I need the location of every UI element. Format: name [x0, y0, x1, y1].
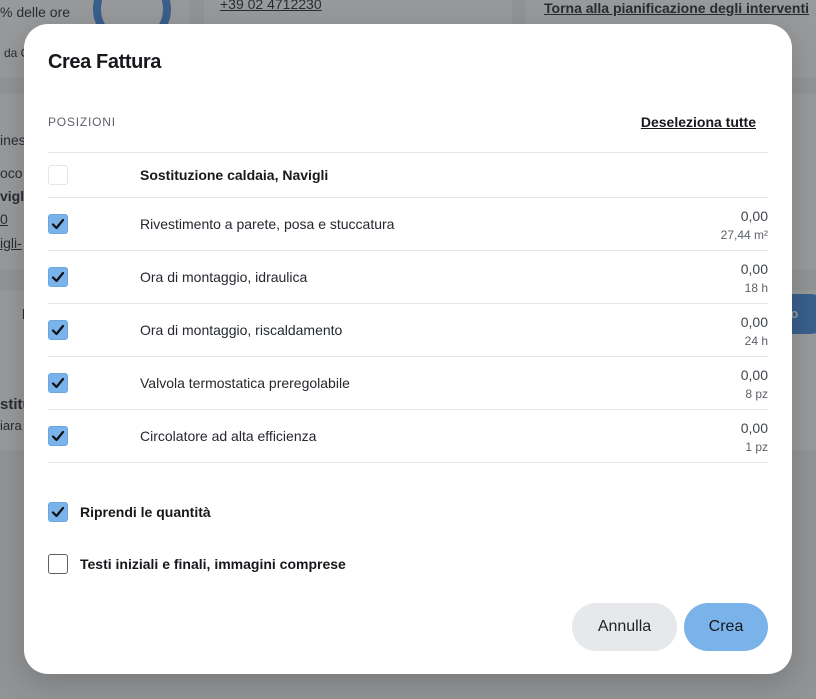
position-quantity: 18 h	[744, 281, 768, 295]
position-label: Ora di montaggio, riscaldamento	[140, 322, 343, 338]
position-quantity: 27,44 m²	[720, 228, 768, 242]
checkmark-icon	[51, 218, 65, 230]
position-amount: 0,00	[740, 314, 768, 330]
checkmark-icon	[51, 430, 65, 442]
group-label: Sostituzione caldaia, Navigli	[140, 167, 329, 183]
group-checkbox[interactable]	[48, 165, 68, 185]
positions-section-label: POSIZIONI	[48, 115, 116, 129]
create-invoice-dialog: Crea Fattura POSIZIONI Deseleziona tutte…	[24, 24, 792, 674]
position-label: Circolatore ad alta efficienza	[140, 428, 317, 444]
position-row: Valvola termostatica preregolabile 0,00 …	[48, 357, 768, 410]
position-checkbox[interactable]	[48, 267, 68, 287]
checkmark-icon	[51, 271, 65, 283]
take-quantities-checkbox[interactable]	[48, 502, 68, 522]
deselect-all-link[interactable]: Deseleziona tutte	[641, 114, 756, 130]
position-checkbox[interactable]	[48, 373, 68, 393]
position-row: Circolatore ad alta efficienza 0,00 1 pz	[48, 410, 768, 463]
position-amount: 0,00	[740, 208, 768, 224]
create-button[interactable]: Crea	[684, 603, 768, 651]
cancel-button[interactable]: Annulla	[572, 603, 677, 651]
position-checkbox[interactable]	[48, 320, 68, 340]
position-checkbox[interactable]	[48, 214, 68, 234]
position-label: Rivestimento a parete, posa e stuccatura	[140, 216, 395, 232]
position-label: Valvola termostatica preregolabile	[140, 375, 350, 391]
position-label: Ora di montaggio, idraulica	[140, 269, 308, 285]
position-quantity: 8 pz	[745, 387, 768, 401]
checkmark-icon	[51, 324, 65, 336]
position-amount: 0,00	[740, 367, 768, 383]
position-row: Ora di montaggio, riscaldamento 0,00 24 …	[48, 304, 768, 357]
position-row: Ora di montaggio, idraulica 0,00 18 h	[48, 251, 768, 304]
position-row: Rivestimento a parete, posa e stuccatura…	[48, 198, 768, 251]
position-checkbox[interactable]	[48, 426, 68, 446]
positions-list: Sostituzione caldaia, Navigli Rivestimen…	[48, 152, 768, 463]
position-amount: 0,00	[740, 261, 768, 277]
position-quantity: 24 h	[744, 334, 768, 348]
include-texts-checkbox[interactable]	[48, 554, 68, 574]
position-quantity: 1 pz	[745, 440, 768, 454]
take-quantities-label: Riprendi le quantità	[80, 504, 211, 520]
include-texts-label: Testi iniziali e finali, immagini compre…	[80, 556, 346, 572]
dialog-title: Crea Fattura	[48, 51, 162, 73]
checkmark-icon	[51, 506, 65, 518]
position-group-row: Sostituzione caldaia, Navigli	[48, 153, 768, 198]
checkmark-icon	[51, 377, 65, 389]
position-amount: 0,00	[740, 420, 768, 436]
